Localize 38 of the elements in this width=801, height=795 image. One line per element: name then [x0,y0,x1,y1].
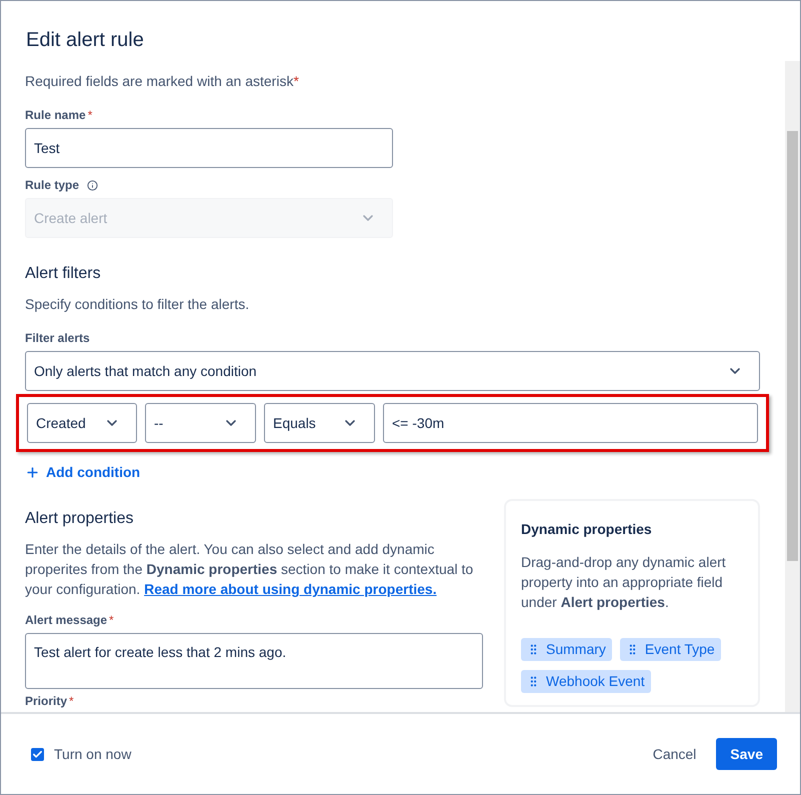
required-note: Required fields are marked with an asterisk [25,73,294,89]
dialog-title: Edit alert rule [26,28,145,53]
turn-on-checkbox[interactable] [31,748,44,760]
section-heading: Alert filters [25,264,102,284]
field-label: Alert message [25,612,108,629]
info-icon[interactable] [87,180,98,190]
field-label: Filter alerts [25,330,90,347]
field-label: Rule type [25,177,80,194]
scrollbar[interactable] [785,61,800,712]
save-button[interactable]: Save [716,738,777,770]
property-chip[interactable]: Summary [521,638,612,661]
alert-message-input[interactable]: Test alert for create less that 2 mins ago. [25,633,483,689]
field-label: Priority [25,693,68,710]
required-asterisk: * [88,107,92,124]
section-heading: Alert properties [25,509,134,529]
check-icon [32,748,43,760]
card-description: Drag-and-drop any dynamic alert property into an appropriate field under Alert properties. [521,553,727,612]
plus-icon [25,465,40,480]
property-chip[interactable]: Webhook Event [521,670,651,693]
scrollbar-thumb[interactable] [787,131,798,561]
section-description: Specify conditions to filter the alerts. [25,295,250,314]
rule-name-input[interactable]: Test [25,128,393,168]
help-link[interactable]: Read more about using dynamic properties. [144,581,437,597]
required-asterisk: * [69,693,74,710]
checkbox-label: Turn on now [54,744,132,764]
field-label: Rule name [25,107,86,124]
add-condition-button[interactable]: Add condition [25,462,140,483]
condition-value-input[interactable]: <= -30m [383,403,758,443]
card-title: Dynamic properties [521,520,653,539]
section-description: Enter the details of the alert. You can also select and add dynamic properites from the Dynamic properties section to make it contextual to your configuration. Read more about using dynamic properties. [25,540,474,599]
cancel-button[interactable]: Cancel [640,738,708,770]
select-field[interactable]: Equals [264,403,375,443]
required-asterisk: * [293,73,299,89]
select-field[interactable]: -- [145,403,256,443]
required-asterisk: * [109,612,114,629]
select-field[interactable]: Created [27,403,137,443]
property-chip[interactable]: Event Type [620,638,721,661]
select-field[interactable]: Only alerts that match any condition [25,351,760,391]
